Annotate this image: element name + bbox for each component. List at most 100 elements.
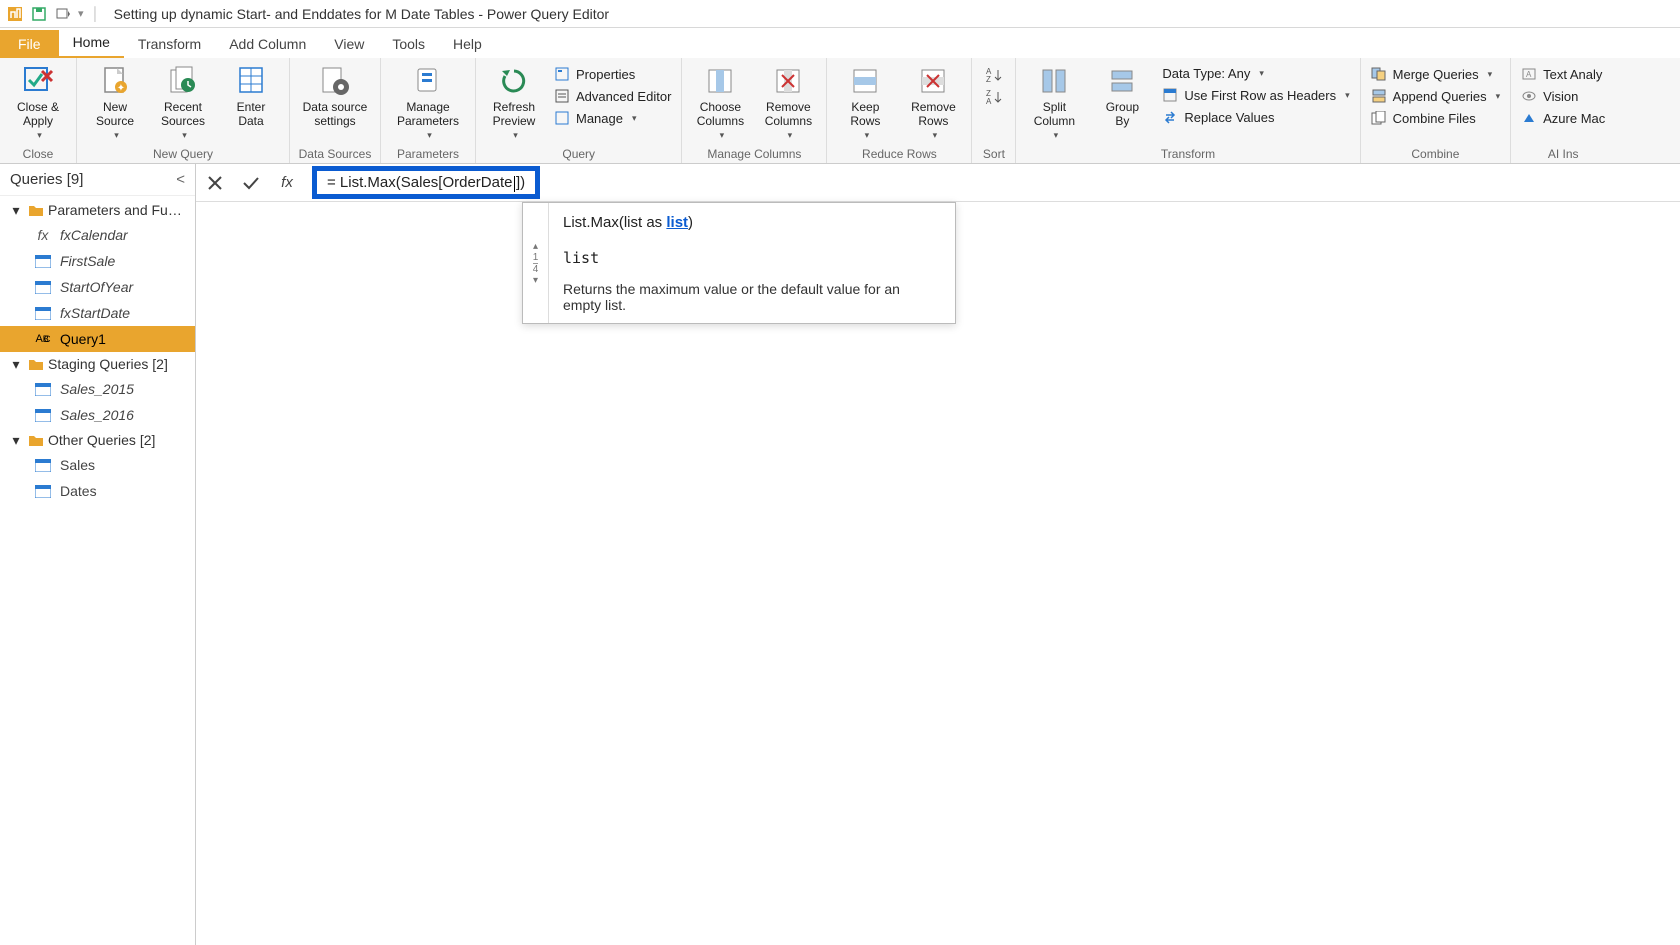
- ribbon-group-close: Close & Apply Close: [0, 58, 77, 163]
- keep-rows-icon: [848, 64, 882, 98]
- data-type-button[interactable]: Data Type: Any: [1158, 64, 1353, 83]
- app-icon: [6, 5, 24, 23]
- tab-help[interactable]: Help: [439, 30, 496, 58]
- group-by-label: Group By: [1106, 100, 1139, 130]
- merge-queries-button[interactable]: Merge Queries: [1367, 64, 1504, 84]
- folder-parameters[interactable]: ▾ Parameters and Fu…: [0, 198, 195, 222]
- title-bar: ▾ │ Setting up dynamic Start- and Enddat…: [0, 0, 1680, 28]
- group-label-data-sources: Data Sources: [296, 145, 374, 161]
- refresh-icon: [497, 64, 531, 98]
- group-label-manage-columns: Manage Columns: [688, 145, 820, 161]
- formula-input[interactable]: = List.Max(Sales[OrderDate]): [312, 166, 540, 198]
- cancel-formula-button[interactable]: [204, 172, 226, 194]
- intellisense-body: List.Max(list as list) list Returns the …: [549, 203, 955, 323]
- manage-parameters-label: Manage Parameters: [397, 100, 459, 130]
- separator: │: [92, 6, 100, 21]
- replace-values-label: Replace Values: [1184, 110, 1274, 125]
- save-icon[interactable]: [30, 5, 48, 23]
- refresh-preview-button[interactable]: Refresh Preview: [482, 62, 546, 142]
- azure-ml-icon: [1521, 110, 1537, 126]
- query-fxcalendar[interactable]: fx fxCalendar: [0, 222, 195, 248]
- intellisense-nav[interactable]: ▴ 1 4 ▾: [523, 203, 549, 323]
- group-label-reduce-rows: Reduce Rows: [833, 145, 965, 161]
- manage-query-button[interactable]: Manage: [550, 108, 675, 128]
- group-label-transform: Transform: [1022, 145, 1353, 161]
- svg-text:✦: ✦: [117, 83, 125, 94]
- new-source-label: New Source: [96, 100, 134, 130]
- azure-ml-label: Azure Mac: [1543, 111, 1605, 126]
- query-fxstartdate[interactable]: fxStartDate: [0, 300, 195, 326]
- new-source-icon: ✦: [98, 64, 132, 98]
- qat-icon[interactable]: [54, 5, 72, 23]
- table-icon: [34, 408, 52, 422]
- combine-files-label: Combine Files: [1393, 111, 1476, 126]
- remove-rows-button[interactable]: Remove Rows: [901, 62, 965, 142]
- chevron-down-icon[interactable]: ▾: [533, 275, 538, 286]
- chevron-down-icon: ▾: [8, 432, 24, 448]
- advanced-editor-button[interactable]: Advanced Editor: [550, 86, 675, 106]
- fx-icon[interactable]: fx: [276, 172, 298, 194]
- ribbon-group-manage-columns: Choose Columns Remove Columns Manage Col…: [682, 58, 827, 163]
- folder-other-label: Other Queries [2]: [48, 432, 155, 448]
- remove-columns-button[interactable]: Remove Columns: [756, 62, 820, 142]
- first-row-headers-button[interactable]: Use First Row as Headers: [1158, 85, 1353, 105]
- chevron-up-icon[interactable]: ▴: [533, 241, 538, 252]
- qat-dropdown-icon[interactable]: ▾: [78, 7, 84, 20]
- vision-button[interactable]: Vision: [1517, 86, 1609, 106]
- choose-columns-button[interactable]: Choose Columns: [688, 62, 752, 142]
- group-by-button[interactable]: Group By: [1090, 62, 1154, 132]
- query-query1[interactable]: ABC Query1: [0, 326, 195, 352]
- ribbon: Close & Apply Close ✦ New Source Recent …: [0, 58, 1680, 164]
- tab-tools[interactable]: Tools: [378, 30, 439, 58]
- text-cursor: [514, 176, 516, 192]
- formula-suffix: ]): [516, 174, 525, 191]
- manage-icon: [554, 110, 570, 126]
- close-apply-button[interactable]: Close & Apply: [6, 62, 70, 142]
- ribbon-group-parameters: Manage Parameters Parameters: [381, 58, 476, 163]
- text-analytics-button[interactable]: A Text Analy: [1517, 64, 1609, 84]
- remove-rows-icon: [916, 64, 950, 98]
- combine-files-button[interactable]: Combine Files: [1367, 108, 1504, 128]
- table-icon: [34, 254, 52, 268]
- intellisense-description: Returns the maximum value or the default…: [563, 281, 941, 313]
- recent-sources-icon: [166, 64, 200, 98]
- tab-transform[interactable]: Transform: [124, 30, 215, 58]
- folder-staging[interactable]: ▾ Staging Queries [2]: [0, 352, 195, 376]
- azure-ml-button[interactable]: Azure Mac: [1517, 108, 1609, 128]
- replace-values-icon: [1162, 109, 1178, 125]
- new-source-button[interactable]: ✦ New Source: [83, 62, 147, 142]
- data-source-settings-button[interactable]: Data source settings: [296, 62, 374, 132]
- manage-parameters-button[interactable]: Manage Parameters: [387, 62, 469, 142]
- query-sales2016[interactable]: Sales_2016: [0, 402, 195, 428]
- folder-other[interactable]: ▾ Other Queries [2]: [0, 428, 195, 452]
- replace-values-button[interactable]: Replace Values: [1158, 107, 1353, 127]
- query-sales2016-label: Sales_2016: [60, 407, 134, 423]
- tab-add-column[interactable]: Add Column: [215, 30, 320, 58]
- tab-home[interactable]: Home: [59, 28, 124, 58]
- tab-file[interactable]: File: [0, 30, 59, 58]
- query-firstsale[interactable]: FirstSale: [0, 248, 195, 274]
- sort-asc-button[interactable]: AZ: [984, 66, 1004, 84]
- enter-data-button[interactable]: Enter Data: [219, 62, 283, 132]
- properties-button[interactable]: Properties: [550, 64, 675, 84]
- recent-sources-button[interactable]: Recent Sources: [151, 62, 215, 142]
- append-queries-button[interactable]: Append Queries: [1367, 86, 1504, 106]
- keep-rows-button[interactable]: Keep Rows: [833, 62, 897, 142]
- chevron-down-icon: ▾: [8, 356, 24, 372]
- group-label-parameters: Parameters: [387, 145, 469, 161]
- function-icon: fx: [34, 228, 52, 242]
- query-sales[interactable]: Sales: [0, 452, 195, 478]
- collapse-pane-icon[interactable]: <: [176, 171, 185, 188]
- keep-rows-label: Keep Rows: [850, 100, 880, 130]
- query-startofyear[interactable]: StartOfYear: [0, 274, 195, 300]
- query-query1-label: Query1: [60, 331, 106, 347]
- sort-desc-button[interactable]: ZA: [984, 88, 1004, 106]
- tab-view[interactable]: View: [320, 30, 378, 58]
- commit-formula-button[interactable]: [240, 172, 262, 194]
- table-icon: [34, 382, 52, 396]
- first-row-headers-label: Use First Row as Headers: [1184, 88, 1336, 103]
- split-column-button[interactable]: Split Column: [1022, 62, 1086, 142]
- query-sales2015[interactable]: Sales_2015: [0, 376, 195, 402]
- svg-text:A: A: [986, 97, 992, 106]
- query-dates[interactable]: Dates: [0, 478, 195, 504]
